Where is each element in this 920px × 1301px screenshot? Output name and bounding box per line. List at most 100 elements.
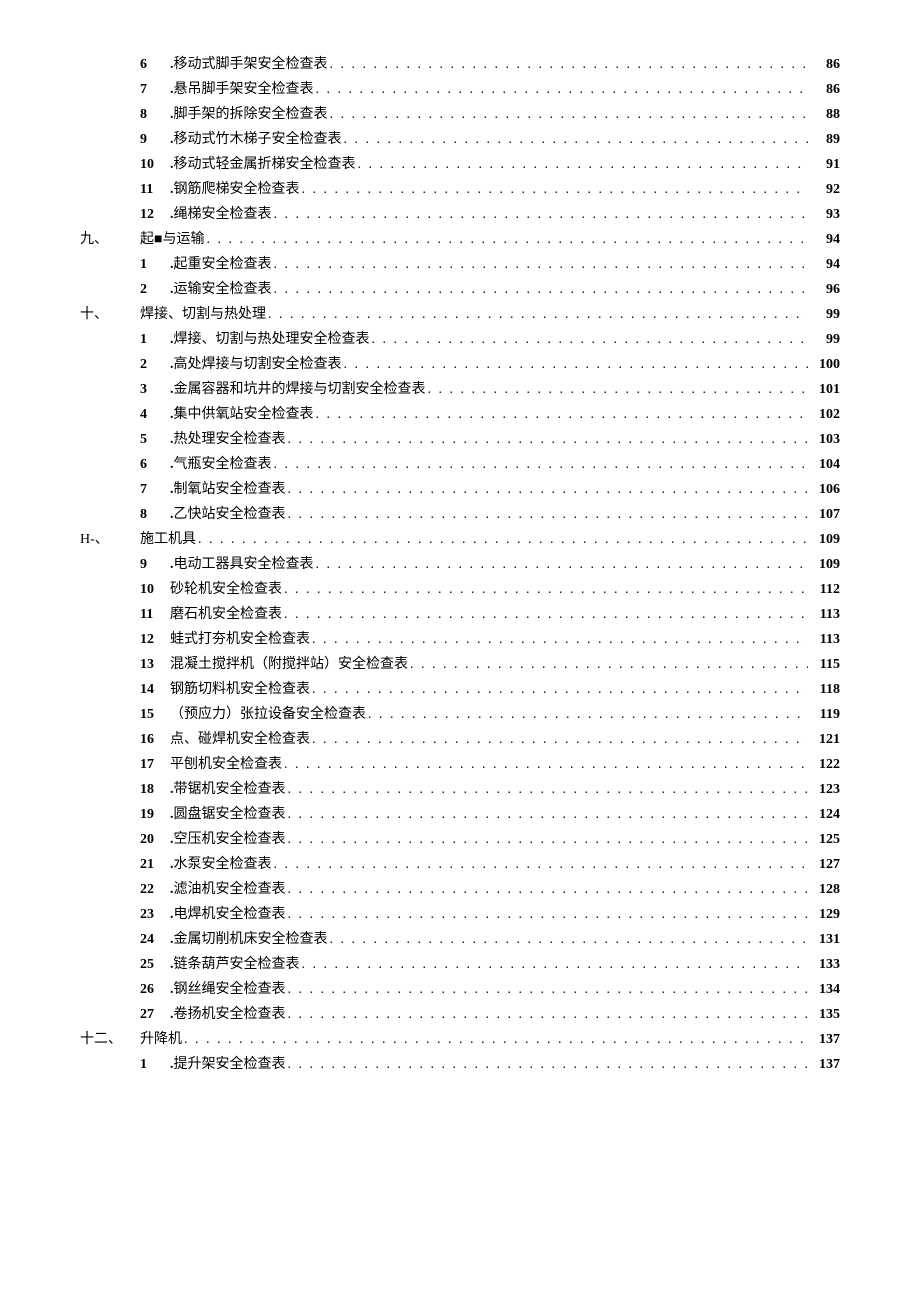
toc-title-text: 磨石机安全检查表 (170, 607, 282, 622)
toc-page-number: 104 (810, 454, 840, 475)
toc-sub-row: 7.悬吊脚手架安全检查表. . . . . . . . . . . . . . … (80, 79, 840, 100)
toc-page-number: 122 (810, 754, 840, 775)
toc-page-number: 125 (810, 829, 840, 850)
toc-sub-row: 14钢筋切料机安全检查表. . . . . . . . . . . . . . … (80, 679, 840, 700)
toc-page-number: 109 (810, 529, 840, 550)
toc-title-text: 蛙式打夯机安全检查表 (170, 632, 310, 647)
toc-section-row: H-、施工机具. . . . . . . . . . . . . . . . .… (80, 529, 840, 550)
toc-item-number: 7 (140, 479, 170, 500)
toc-title-text: 金属切削机床安全检查表 (174, 932, 328, 947)
toc-page-number: 121 (810, 729, 840, 750)
toc-leader-dots: . . . . . . . . . . . . . . . . . . . . … (274, 204, 809, 225)
toc-page-number: 102 (810, 404, 840, 425)
toc-page-number: 93 (810, 204, 840, 225)
toc-section-row: 九、起■与运输. . . . . . . . . . . . . . . . .… (80, 229, 840, 250)
toc-title: 点、碰焊机安全检查表 (170, 729, 310, 750)
toc-title-text: 集中供氧站安全检查表 (174, 407, 314, 422)
toc-item-number: 11 (140, 179, 170, 200)
toc-leader-dots: . . . . . . . . . . . . . . . . . . . . … (268, 304, 808, 325)
toc-page-number: 88 (810, 104, 840, 125)
toc-sub-row: 9.电动工器具安全检查表. . . . . . . . . . . . . . … (80, 554, 840, 575)
toc-title: 起■与运输 (140, 229, 204, 250)
toc-sub-row: 19.圆盘锯安全检查表. . . . . . . . . . . . . . .… (80, 804, 840, 825)
toc-item-number: 27 (140, 1004, 170, 1025)
toc-title-text: 圆盘锯安全检查表 (174, 807, 286, 822)
toc-leader-dots: . . . . . . . . . . . . . . . . . . . . … (316, 79, 809, 100)
toc-item-number: 1 (140, 254, 170, 275)
toc-page-number: 127 (810, 854, 840, 875)
toc-sub-row: 10.移动式轻金属折梯安全检查表. . . . . . . . . . . . … (80, 154, 840, 175)
toc-title-text: 制氧站安全检查表 (174, 482, 286, 497)
toc-title-text: 空压机安全检查表 (174, 832, 286, 847)
toc-page-number: 101 (810, 379, 840, 400)
toc-sub-row: 11.钢筋爬梯安全检查表. . . . . . . . . . . . . . … (80, 179, 840, 200)
toc-title: 施工机具 (140, 529, 196, 550)
toc-sub-row: 9.移动式竹木梯子安全检查表. . . . . . . . . . . . . … (80, 129, 840, 150)
toc-title-text: 带锯机安全检查表 (174, 782, 286, 797)
toc-sub-row: 5.热处理安全检查表. . . . . . . . . . . . . . . … (80, 429, 840, 450)
toc-item-number: 11 (140, 604, 170, 625)
toc-page-number: 131 (810, 929, 840, 950)
toc-item-number: 26 (140, 979, 170, 1000)
toc-sub-row: 2.高处焊接与切割安全检查表. . . . . . . . . . . . . … (80, 354, 840, 375)
toc-leader-dots: . . . . . . . . . . . . . . . . . . . . … (288, 829, 809, 850)
toc-page-number: 113 (810, 604, 840, 625)
section-label: 九、 (80, 229, 140, 250)
toc-title: .乙快站安全检查表 (170, 504, 286, 525)
toc-leader-dots: . . . . . . . . . . . . . . . . . . . . … (330, 54, 809, 75)
toc-item-number: 8 (140, 504, 170, 525)
toc-item-number: 2 (140, 279, 170, 300)
toc-title: 平刨机安全检查表 (170, 754, 282, 775)
section-label: H-、 (80, 529, 140, 550)
toc-sub-row: 7.制氧站安全检查表. . . . . . . . . . . . . . . … (80, 479, 840, 500)
toc-sub-row: 8.脚手架的拆除安全检查表. . . . . . . . . . . . . .… (80, 104, 840, 125)
toc-page-number: 100 (810, 354, 840, 375)
section-label: 十、 (80, 304, 140, 325)
toc-title: 砂轮机安全检查表 (170, 579, 282, 600)
toc-leader-dots: . . . . . . . . . . . . . . . . . . . . … (288, 779, 809, 800)
toc-page-number: 113 (810, 629, 840, 650)
toc-item-number: 2 (140, 354, 170, 375)
toc-leader-dots: . . . . . . . . . . . . . . . . . . . . … (372, 329, 809, 350)
toc-leader-dots: . . . . . . . . . . . . . . . . . . . . … (410, 654, 808, 675)
toc-title: 混凝土搅拌机（附搅拌站）安全检查表 (170, 654, 408, 675)
toc-title-text: 高处焊接与切割安全检查表 (174, 357, 342, 372)
toc-title-text: 热处理安全检查表 (174, 432, 286, 447)
toc-sub-row: 4.集中供氧站安全检查表. . . . . . . . . . . . . . … (80, 404, 840, 425)
toc-page-number: 99 (810, 329, 840, 350)
toc-item-number: 19 (140, 804, 170, 825)
toc-sub-row: 27.卷扬机安全检查表. . . . . . . . . . . . . . .… (80, 1004, 840, 1025)
toc-sub-row: 20.空压机安全检查表. . . . . . . . . . . . . . .… (80, 829, 840, 850)
toc-page-number: 106 (810, 479, 840, 500)
toc-leader-dots: . . . . . . . . . . . . . . . . . . . . … (288, 979, 809, 1000)
toc-leader-dots: . . . . . . . . . . . . . . . . . . . . … (316, 404, 809, 425)
toc-sub-row: 15（预应力）张拉设备安全检查表. . . . . . . . . . . . … (80, 704, 840, 725)
toc-item-number: 22 (140, 879, 170, 900)
toc-title: .电动工器具安全检查表 (170, 554, 314, 575)
toc-page-number: 124 (810, 804, 840, 825)
toc-page-number: 129 (810, 904, 840, 925)
toc-title: .钢丝绳安全检查表 (170, 979, 286, 1000)
toc-sub-row: 12蛙式打夯机安全检查表. . . . . . . . . . . . . . … (80, 629, 840, 650)
toc-sub-row: 17平刨机安全检查表. . . . . . . . . . . . . . . … (80, 754, 840, 775)
toc-leader-dots: . . . . . . . . . . . . . . . . . . . . … (284, 754, 808, 775)
toc-sub-row: 2.运输安全检查表. . . . . . . . . . . . . . . .… (80, 279, 840, 300)
toc-item-number: 21 (140, 854, 170, 875)
toc-item-number: 12 (140, 204, 170, 225)
toc-page-number: 137 (810, 1054, 840, 1075)
toc-leader-dots: . . . . . . . . . . . . . . . . . . . . … (284, 604, 808, 625)
toc-title: .集中供氧站安全检查表 (170, 404, 314, 425)
toc-leader-dots: . . . . . . . . . . . . . . . . . . . . … (284, 579, 808, 600)
toc-leader-dots: . . . . . . . . . . . . . . . . . . . . … (288, 1004, 809, 1025)
toc-item-number: 12 (140, 629, 170, 650)
toc-sub-row: 8.乙快站安全检查表. . . . . . . . . . . . . . . … (80, 504, 840, 525)
toc-sub-row: 11磨石机安全检查表. . . . . . . . . . . . . . . … (80, 604, 840, 625)
toc-title: .热处理安全检查表 (170, 429, 286, 450)
toc-sub-row: 1.起重安全检查表. . . . . . . . . . . . . . . .… (80, 254, 840, 275)
toc-sub-row: 1.焊接、切割与热处理安全检查表. . . . . . . . . . . . … (80, 329, 840, 350)
toc-title: .链条葫芦安全检查表 (170, 954, 300, 975)
toc-sub-row: 6.移动式脚手架安全检查表. . . . . . . . . . . . . .… (80, 54, 840, 75)
toc-leader-dots: . . . . . . . . . . . . . . . . . . . . … (312, 629, 808, 650)
toc-item-number: 14 (140, 679, 170, 700)
toc-page-number: 128 (810, 879, 840, 900)
